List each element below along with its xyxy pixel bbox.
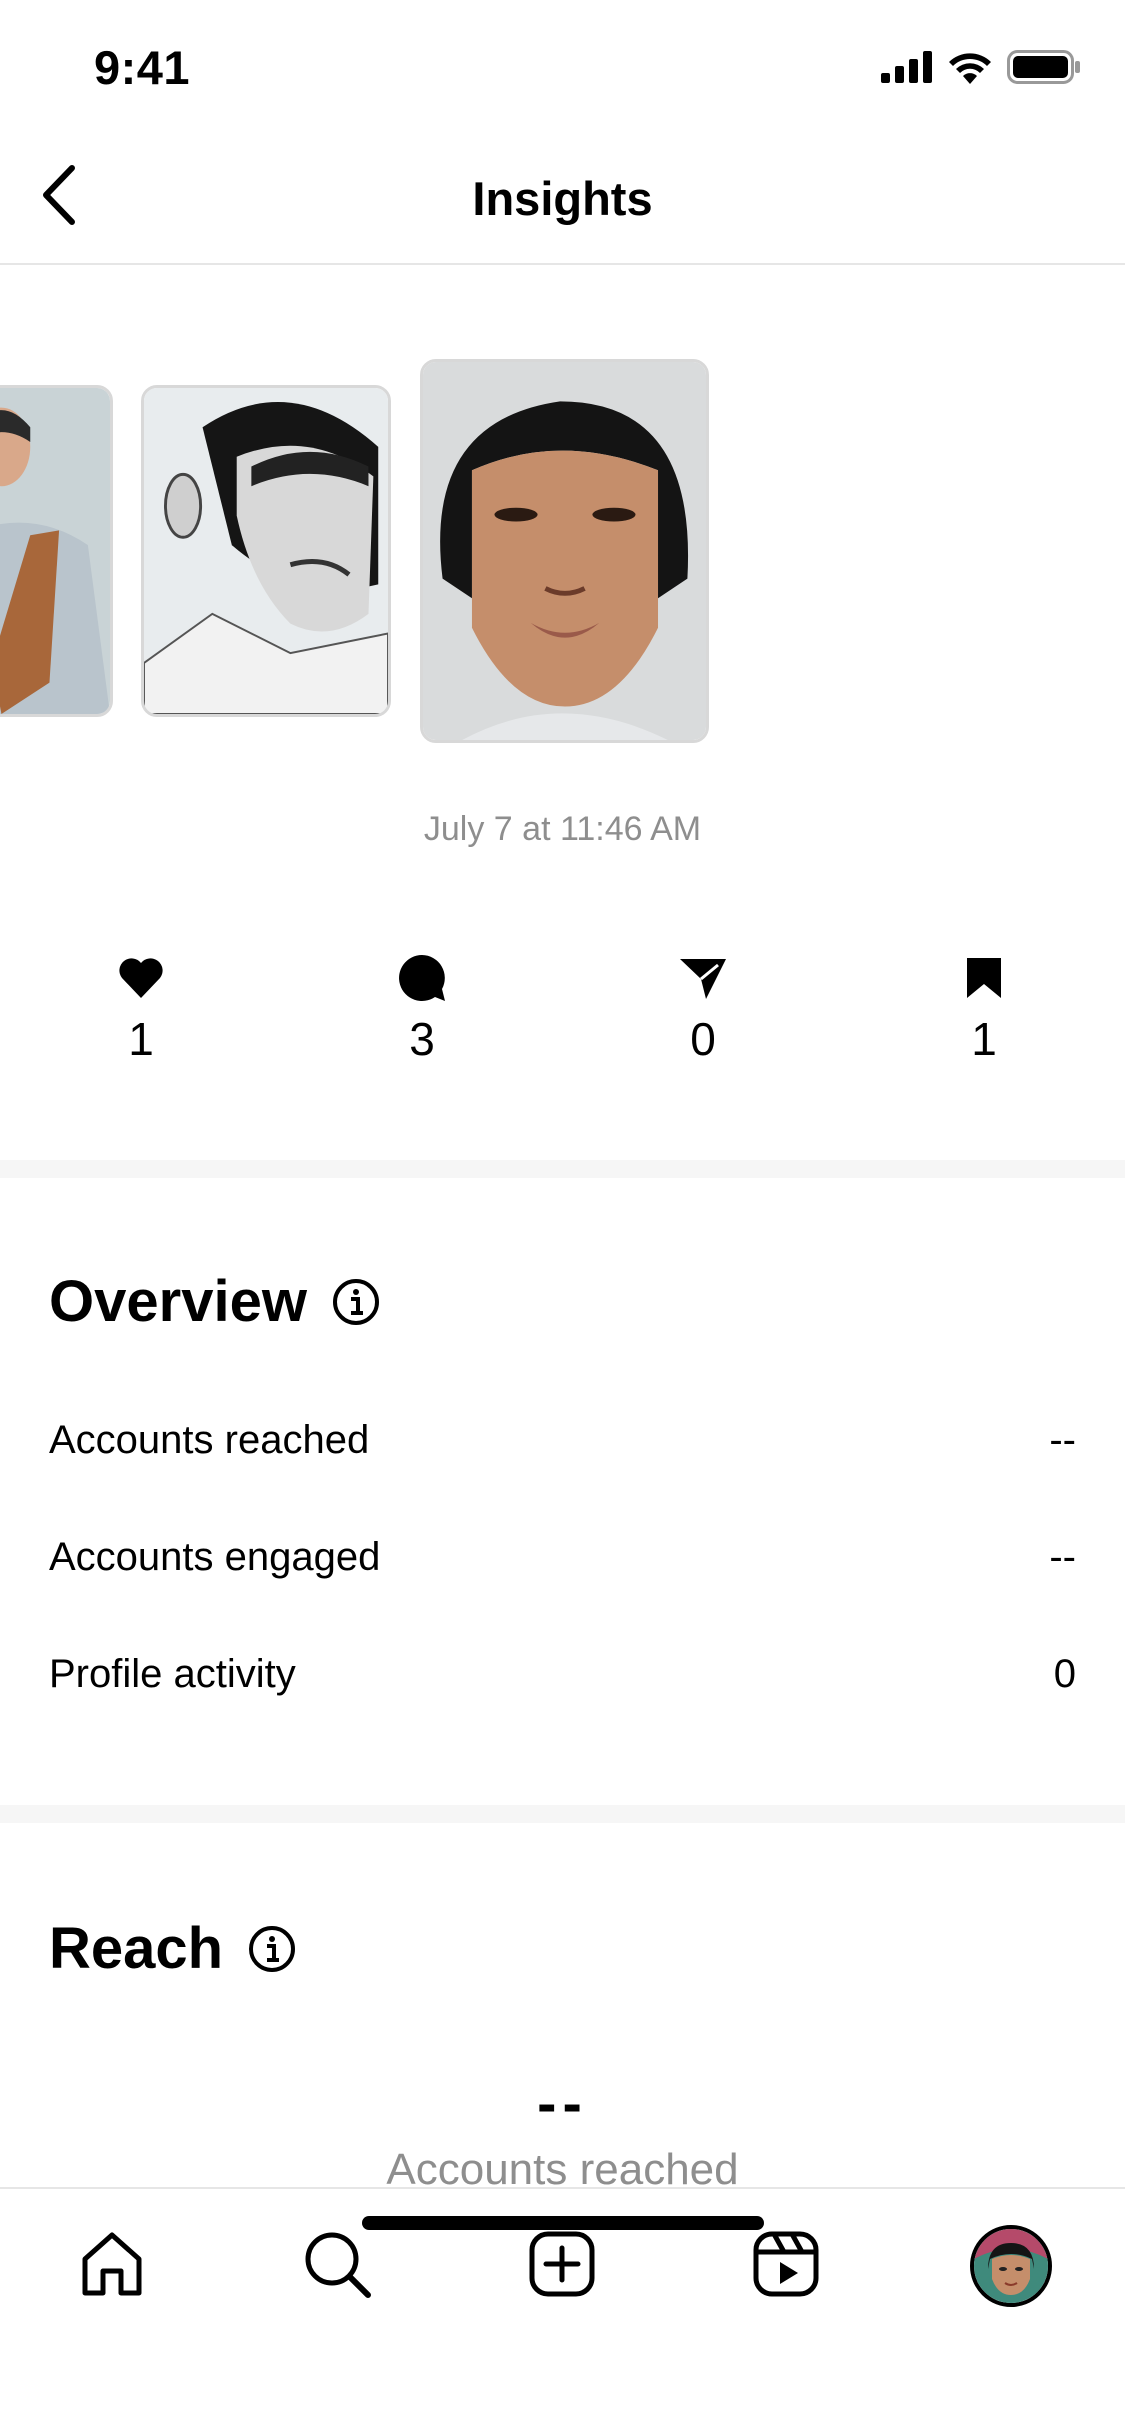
post-carousel[interactable] — [0, 265, 1125, 765]
carousel-thumb-1[interactable] — [0, 385, 113, 717]
likes-stat: 1 — [81, 950, 201, 1066]
status-time: 9:41 — [94, 41, 191, 94]
comment-icon — [362, 950, 482, 1006]
post-date: July 7 at 11:46 AM — [423, 810, 702, 848]
carousel-thumb-3[interactable] — [420, 359, 709, 743]
heart-icon — [81, 950, 201, 1006]
bookmark-icon — [924, 950, 1044, 1006]
share-icon — [643, 950, 763, 1006]
metric-row[interactable]: Accounts engaged -- — [49, 1535, 1076, 1580]
metric-value: -- — [1049, 1535, 1076, 1579]
metric-row[interactable]: Accounts reached -- — [49, 1418, 1076, 1463]
likes-count: 1 — [128, 1013, 154, 1065]
home-icon — [77, 2229, 147, 2304]
tab-profile[interactable] — [966, 2221, 1056, 2311]
shares-stat: 0 — [643, 950, 763, 1066]
tab-create[interactable] — [517, 2221, 607, 2311]
comments-count: 3 — [409, 1013, 435, 1065]
tab-bar — [0, 2187, 1125, 2436]
reach-value: -- — [537, 2071, 588, 2136]
overview-title: Overview — [49, 1269, 307, 1334]
status-bar: 9:41 — [0, 0, 1125, 135]
metric-label: Accounts engaged — [49, 1535, 381, 1579]
info-icon[interactable] — [331, 1277, 381, 1327]
nav-bar: Insights — [0, 135, 1125, 265]
carousel-thumb-2[interactable] — [141, 385, 391, 717]
metric-row[interactable]: Profile activity 0 — [49, 1652, 1076, 1697]
metric-value: -- — [1049, 1418, 1076, 1462]
status-icons — [881, 50, 1081, 89]
shares-count: 0 — [690, 1013, 716, 1065]
section-divider — [0, 1805, 1125, 1823]
search-icon — [302, 2229, 372, 2304]
saves-count: 1 — [971, 1013, 997, 1065]
reach-heading: Reach — [49, 1915, 297, 1982]
reach-title: Reach — [49, 1916, 224, 1981]
saves-stat: 1 — [924, 950, 1044, 1066]
profile-avatar — [970, 2225, 1052, 2307]
signal-icon — [881, 51, 933, 88]
tab-reels[interactable] — [741, 2221, 831, 2311]
create-icon — [528, 2230, 596, 2303]
tab-home[interactable] — [67, 2221, 157, 2311]
page-title: Insights — [472, 172, 653, 225]
section-divider — [0, 1160, 1125, 1178]
reels-icon — [752, 2230, 820, 2303]
battery-icon — [1007, 50, 1081, 89]
tab-search[interactable] — [292, 2221, 382, 2311]
home-indicator — [362, 2216, 764, 2230]
wifi-icon — [947, 50, 993, 89]
metric-label: Profile activity — [49, 1652, 296, 1696]
info-icon[interactable] — [247, 1924, 297, 1974]
metric-label: Accounts reached — [49, 1418, 370, 1462]
metric-value: 0 — [1053, 1652, 1076, 1696]
overview-heading: Overview — [49, 1268, 381, 1335]
engagement-stats: 1 3 0 1 — [0, 950, 1125, 1080]
comments-stat: 3 — [362, 950, 482, 1066]
